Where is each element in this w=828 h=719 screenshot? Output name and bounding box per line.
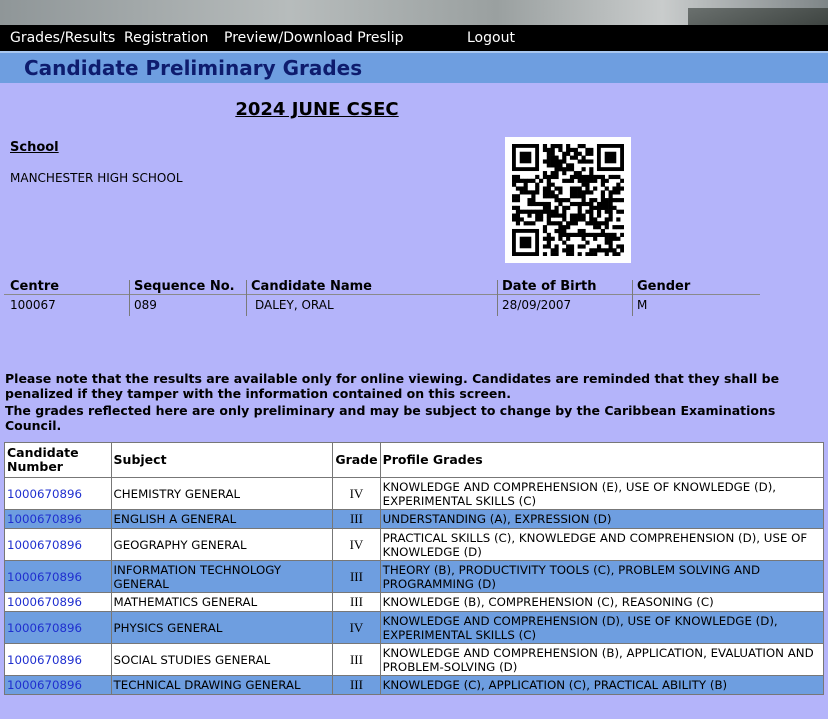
subject-cell: MATHEMATICS GENERAL [110,592,334,612]
nav-preview-download-preslip[interactable]: Preview/Download Preslip [224,30,403,46]
school-name: MANCHESTER HIGH SCHOOL [10,171,183,185]
candidate-number-link[interactable]: 1000670896 [4,611,112,644]
grade-cell: IV [332,477,381,510]
subject-cell: GEOGRAPHY GENERAL [110,528,334,561]
subject-cell: TECHNICAL DRAWING GENERAL [110,675,334,695]
header-profile-grades: Profile Grades [379,442,825,478]
candidate-number-link[interactable]: 1000670896 [4,528,112,561]
dob-value: 28/09/2007 [502,298,572,312]
notice-line-1: Please note that the results are availab… [5,371,780,401]
profile-grades-cell: PRACTICAL SKILLS (C), KNOWLEDGE AND COMP… [379,528,825,561]
centre-label: Centre [10,279,60,294]
grade-cell: IV [332,611,381,644]
profile-grades-cell: KNOWLEDGE AND COMPREHENSION (E), USE OF … [379,477,825,510]
subject-cell: ENGLISH A GENERAL [110,509,334,529]
centre-column: Centre 100067 [10,279,59,312]
candidate-name-column: Candidate Name DALEY, ORAL [251,279,372,312]
table-row: 1000670896 PHYSICS GENERAL IV KNOWLEDGE … [4,611,825,644]
candidate-number-link[interactable]: 1000670896 [4,675,112,695]
sequence-value: 089 [134,298,157,312]
subject-cell: PHYSICS GENERAL [110,611,334,644]
subject-cell: SOCIAL STUDIES GENERAL [110,643,334,676]
sequence-column: Sequence No. 089 [134,279,235,312]
profile-grades-cell: THEORY (B), PRODUCTIVITY TOOLS (C), PROB… [379,560,825,593]
table-row: 1000670896 INFORMATION TECHNOLOGY GENERA… [4,560,825,593]
grade-cell: III [332,643,381,676]
centre-value: 100067 [10,298,56,312]
grade-cell: III [332,675,381,695]
candidate-name-value: DALEY, ORAL [255,298,334,312]
top-nav-bar: Grades/Results Registration Preview/Down… [0,25,828,51]
gender-value: M [637,298,648,312]
profile-grades-cell: KNOWLEDGE (B), COMPREHENSION (C), REASON… [379,592,825,612]
page-title: Candidate Preliminary Grades [24,56,363,80]
header-grade: Grade [332,442,381,478]
table-row: 1000670896 MATHEMATICS GENERAL III KNOWL… [4,592,825,612]
dob-column: Date of Birth 28/09/2007 [502,279,596,312]
candidate-name-label: Candidate Name [251,279,372,294]
school-label: School [10,140,59,155]
candidate-number-link[interactable]: 1000670896 [4,643,112,676]
nav-grades-results[interactable]: Grades/Results [10,30,115,46]
page-title-bar: Candidate Preliminary Grades [0,51,828,83]
grade-cell: III [332,592,381,612]
subject-cell: CHEMISTRY GENERAL [110,477,334,510]
table-row: 1000670896 CHEMISTRY GENERAL IV KNOWLEDG… [4,477,825,510]
subject-cell: INFORMATION TECHNOLOGY GENERAL [110,560,334,593]
candidate-number-link[interactable]: 1000670896 [4,560,112,593]
header-photo-detail [688,8,828,25]
profile-grades-cell: KNOWLEDGE (C), APPLICATION (C), PRACTICA… [379,675,825,695]
gender-label: Gender [637,279,691,294]
info-column-separator [246,280,247,316]
candidate-number-link[interactable]: 1000670896 [4,509,112,529]
info-column-separator [129,280,130,316]
profile-grades-cell: KNOWLEDGE AND COMPREHENSION (B), APPLICA… [379,643,825,676]
profile-grades-cell: UNDERSTANDING (A), EXPRESSION (D) [379,509,825,529]
grade-cell: III [332,509,381,529]
table-row: 1000670896 GEOGRAPHY GENERAL IV PRACTICA… [4,528,825,561]
header-subject: Subject [110,442,334,478]
notice-text: Please note that the results are availab… [5,371,805,433]
dob-label: Date of Birth [502,279,597,294]
notice-line-2: The grades reflected here are only preli… [5,403,776,433]
nav-registration[interactable]: Registration [124,30,208,46]
nav-logout[interactable]: Logout [467,30,515,46]
table-row: 1000670896 ENGLISH A GENERAL III UNDERST… [4,509,825,529]
table-row: 1000670896 SOCIAL STUDIES GENERAL III KN… [4,643,825,676]
exam-title: 2024 JUNE CSEC [235,99,399,120]
candidate-number-link[interactable]: 1000670896 [4,477,112,510]
profile-grades-cell: KNOWLEDGE AND COMPREHENSION (D), USE OF … [379,611,825,644]
header-candidate-number: Candidate Number [4,442,112,478]
grades-table: Candidate Number Subject Grade Profile G… [4,442,825,695]
sequence-label: Sequence No. [134,279,235,294]
info-column-separator [632,280,633,316]
gender-column: Gender M [637,279,690,312]
info-column-separator [497,280,498,316]
grade-cell: III [332,560,381,593]
candidate-number-link[interactable]: 1000670896 [4,592,112,612]
header-photo-strip [0,0,828,25]
grades-header-row: Candidate Number Subject Grade Profile G… [4,442,825,478]
qr-code-icon [505,137,631,263]
table-row: 1000670896 TECHNICAL DRAWING GENERAL III… [4,675,825,695]
grade-cell: IV [332,528,381,561]
